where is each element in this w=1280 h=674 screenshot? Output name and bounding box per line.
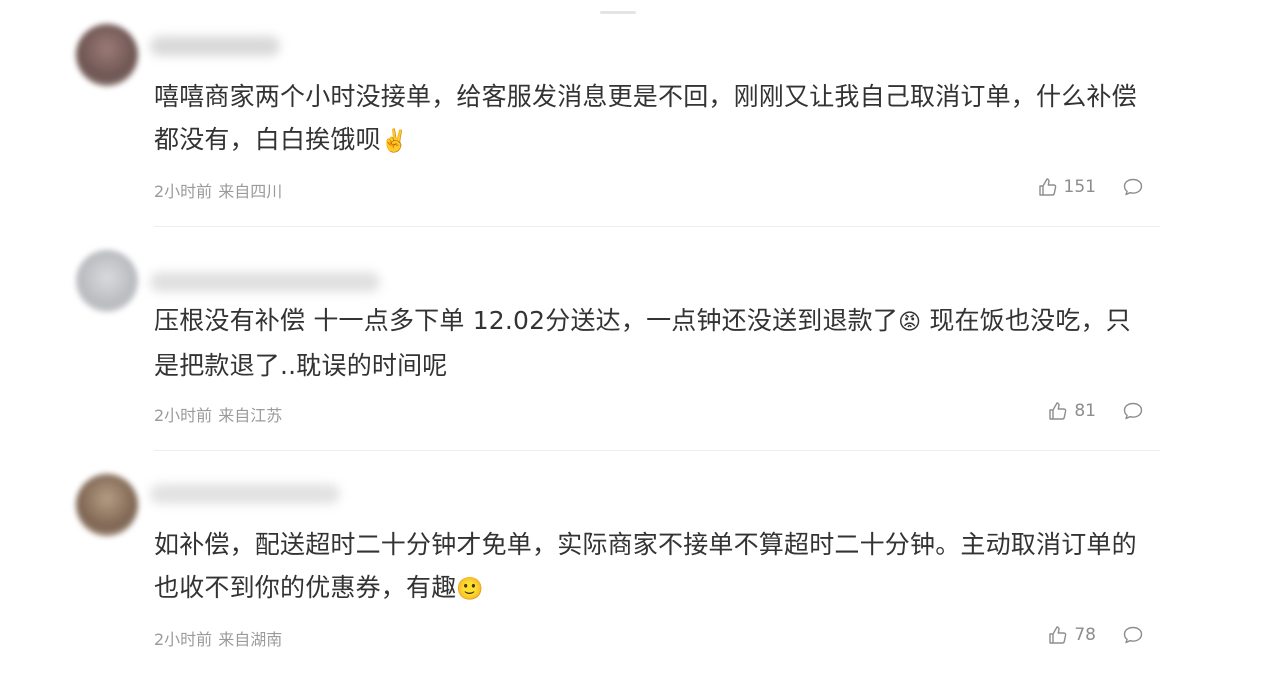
like-button[interactable]: 81 xyxy=(1048,401,1096,421)
comment-time: 2小时前 xyxy=(154,630,213,649)
divider xyxy=(154,226,1160,227)
comment-actions: 78 xyxy=(1048,625,1144,645)
comment-text-body: 如补偿，配送超时二十分钟才免单，实际商家不接单不算超时二十分钟。主动取消订单的也… xyxy=(154,530,1137,602)
angry-face-emoji: 😡 xyxy=(898,310,922,335)
victory-hand-emoji: ✌️ xyxy=(380,129,409,154)
like-button[interactable]: 151 xyxy=(1038,177,1096,197)
comment-actions: 81 xyxy=(1048,401,1144,421)
comment-text-body: 嘻嘻商家两个小时没接单，给客服发消息更是不回，刚刚又让我自己取消订单，什么补偿都… xyxy=(154,82,1137,154)
avatar[interactable] xyxy=(76,250,138,312)
author-name-blurred[interactable] xyxy=(150,484,340,504)
avatar[interactable] xyxy=(76,24,138,86)
thumbs-up-icon xyxy=(1038,178,1056,196)
comment-bubble-icon xyxy=(1123,402,1143,420)
comment-location: 来自湖南 xyxy=(218,630,283,649)
comment-actions: 151 xyxy=(1038,177,1144,197)
avatar[interactable] xyxy=(76,474,138,536)
thumbs-up-icon xyxy=(1049,626,1067,644)
comment-text-body: 压根没有补偿 十一点多下单 12.02分送达，一点钟还没送到退款了 xyxy=(154,306,899,335)
like-button[interactable]: 78 xyxy=(1048,625,1096,645)
like-count: 78 xyxy=(1074,625,1096,645)
reply-button[interactable] xyxy=(1122,401,1144,421)
comment-time: 2小时前 xyxy=(154,406,213,425)
like-count: 151 xyxy=(1063,177,1096,197)
comment-text: 嘻嘻商家两个小时没接单，给客服发消息更是不回，刚刚又让我自己取消订单，什么补偿都… xyxy=(154,75,1154,163)
comment-time: 2小时前 xyxy=(154,182,213,201)
comment-meta: 2小时前 来自湖南 xyxy=(154,626,282,650)
smiling-face-emoji: 🙂 xyxy=(456,577,484,602)
comment-meta: 2小时前 来自江苏 xyxy=(154,402,282,426)
comment-location: 来自江苏 xyxy=(218,406,283,425)
author-name-blurred[interactable] xyxy=(150,36,280,56)
thumbs-up-icon xyxy=(1049,402,1067,420)
divider xyxy=(154,450,1160,451)
reply-button[interactable] xyxy=(1122,625,1144,645)
author-name-blurred[interactable] xyxy=(150,272,380,292)
comment-meta: 2小时前 来自四川 xyxy=(154,178,282,202)
comment-text: 如补偿，配送超时二十分钟才免单，实际商家不接单不算超时二十分钟。主动取消订单的也… xyxy=(154,523,1154,611)
comment-location: 来自四川 xyxy=(218,182,283,201)
reply-button[interactable] xyxy=(1122,177,1144,197)
comment-list: 嘻嘻商家两个小时没接单，给客服发消息更是不回，刚刚又让我自己取消订单，什么补偿都… xyxy=(68,14,1160,664)
comment-text: 压根没有补偿 十一点多下单 12.02分送达，一点钟还没送到退款了😡 现在饭也没… xyxy=(154,299,1154,387)
comment-bubble-icon xyxy=(1123,178,1143,196)
comment-bubble-icon xyxy=(1123,626,1143,644)
like-count: 81 xyxy=(1074,401,1096,421)
